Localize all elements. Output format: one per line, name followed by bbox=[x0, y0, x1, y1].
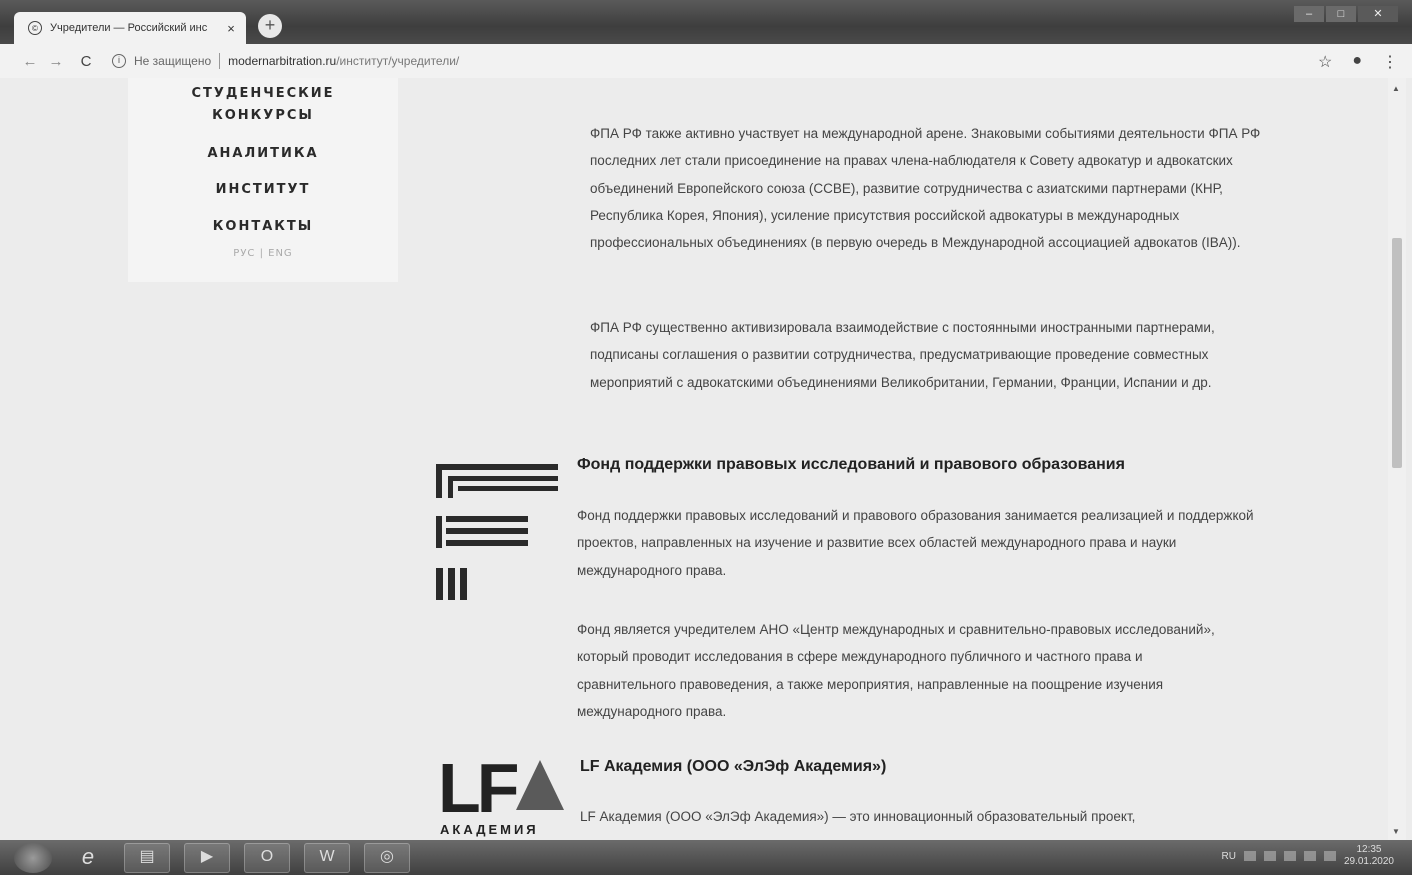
close-window-icon[interactable]: ✕ bbox=[1358, 6, 1398, 22]
chrome-icon[interactable]: ◎ bbox=[364, 842, 410, 873]
page-content: СТУДЕНЧЕСКИЕ КОНКУРСЫ АНАЛИТИКА ИНСТИТУТ… bbox=[0, 78, 1412, 840]
lf-triangle-icon bbox=[516, 760, 564, 810]
star-icon[interactable]: ☆ bbox=[1318, 52, 1332, 72]
paragraph-fpa-international: ФПА РФ также активно участвует на междун… bbox=[590, 126, 1261, 251]
clock[interactable]: 12:35 29.01.2020 bbox=[1344, 844, 1394, 868]
menu-dots-icon[interactable]: ⋮ bbox=[1382, 52, 1398, 72]
paragraph-lf: LF Академия (ООО «ЭлЭф Академия») — это … bbox=[580, 809, 1136, 824]
word-icon[interactable]: W bbox=[304, 842, 350, 873]
clock-time: 12:35 bbox=[1356, 844, 1382, 855]
site-menu: СТУДЕНЧЕСКИЕ КОНКУРСЫ АНАЛИТИКА ИНСТИТУТ… bbox=[128, 78, 398, 282]
lf-logo-subtitle: АКАДЕМИЯ bbox=[440, 822, 539, 837]
volume-icon[interactable] bbox=[1323, 851, 1336, 861]
forward-icon[interactable]: → bbox=[44, 53, 68, 70]
display-icon[interactable] bbox=[1303, 851, 1316, 861]
tab-title: Учредители — Российский инс bbox=[50, 22, 208, 34]
menu-item-analytics[interactable]: АНАЛИТИКА bbox=[128, 146, 398, 161]
scroll-up-icon[interactable]: ▲ bbox=[1392, 84, 1400, 93]
windows-taskbar: e ▤ ▶ O W ◎ RU 12:35 29.01.2020 bbox=[0, 840, 1412, 875]
start-button[interactable] bbox=[14, 842, 52, 873]
language-switch[interactable]: РУС | ENG bbox=[128, 248, 398, 259]
account-icon[interactable]: ● bbox=[1352, 52, 1362, 72]
menu-item-institute[interactable]: ИНСТИТУТ bbox=[128, 182, 398, 197]
minimize-icon[interactable]: – bbox=[1294, 6, 1324, 22]
scroll-down-icon[interactable]: ▼ bbox=[1392, 827, 1400, 836]
menu-item-student-1[interactable]: СТУДЕНЧЕСКИЕ bbox=[128, 86, 398, 101]
url-path: /институт/учредители/ bbox=[336, 54, 460, 68]
flag-icon[interactable] bbox=[1243, 851, 1256, 861]
browser-titlebar: © Учредители — Российский инс × + – □ ✕ bbox=[0, 0, 1412, 44]
file-explorer-icon[interactable]: ▤ bbox=[124, 842, 170, 873]
menu-item-student-2[interactable]: КОНКУРСЫ bbox=[128, 108, 398, 123]
window-controls: – □ ✕ bbox=[1294, 6, 1398, 22]
lf-title: LF Академия (ООО «ЭлЭф Академия») bbox=[580, 758, 887, 775]
new-tab-button[interactable]: + bbox=[258, 14, 282, 38]
menu-item-contacts[interactable]: КОНТАКТЫ bbox=[128, 219, 398, 234]
battery-icon[interactable] bbox=[1283, 851, 1296, 861]
browser-tab[interactable]: © Учредители — Российский инс × bbox=[14, 12, 246, 44]
url-host: modernarbitration.ru bbox=[228, 54, 337, 68]
lf-academy-logo: LF АКАДЕМИЯ bbox=[438, 749, 564, 840]
url-field[interactable]: modernarbitration.ru/институт/учредители… bbox=[228, 54, 459, 68]
maximize-icon[interactable]: □ bbox=[1326, 6, 1356, 22]
paragraph-fpa-partners: ФПА РФ существенно активизировала взаимо… bbox=[590, 320, 1215, 390]
fond-title: Фонд поддержки правовых исследований и п… bbox=[577, 456, 1125, 473]
network-icon[interactable] bbox=[1263, 851, 1276, 861]
paragraph-fond-2: Фонд является учредителем АНО «Центр меж… bbox=[577, 622, 1215, 719]
system-tray: RU 12:35 29.01.2020 bbox=[1221, 844, 1394, 868]
keyboard-language[interactable]: RU bbox=[1221, 851, 1235, 862]
lf-logo-text: LF bbox=[438, 749, 520, 827]
scroll-thumb[interactable] bbox=[1392, 238, 1402, 468]
favicon-icon: © bbox=[28, 21, 42, 35]
reload-icon[interactable]: C bbox=[74, 53, 98, 70]
outlook-icon[interactable]: O bbox=[244, 842, 290, 873]
not-secure-label[interactable]: Не защищено bbox=[134, 54, 211, 68]
info-icon[interactable]: i bbox=[112, 54, 126, 68]
page-scrollbar[interactable]: ▲ ▼ bbox=[1388, 78, 1406, 840]
address-bar: ← → C i Не защищено modernarbitration.ru… bbox=[0, 44, 1412, 79]
back-icon[interactable]: ← bbox=[18, 53, 42, 70]
divider bbox=[219, 53, 221, 69]
paragraph-fond-1: Фонд поддержки правовых исследований и п… bbox=[577, 508, 1254, 578]
clock-date: 29.01.2020 bbox=[1343, 856, 1394, 867]
tab-close-button[interactable]: × bbox=[222, 21, 240, 36]
media-player-icon[interactable]: ▶ bbox=[184, 842, 230, 873]
ie-icon[interactable]: e bbox=[66, 844, 110, 872]
fond-logo-icon bbox=[436, 464, 560, 604]
